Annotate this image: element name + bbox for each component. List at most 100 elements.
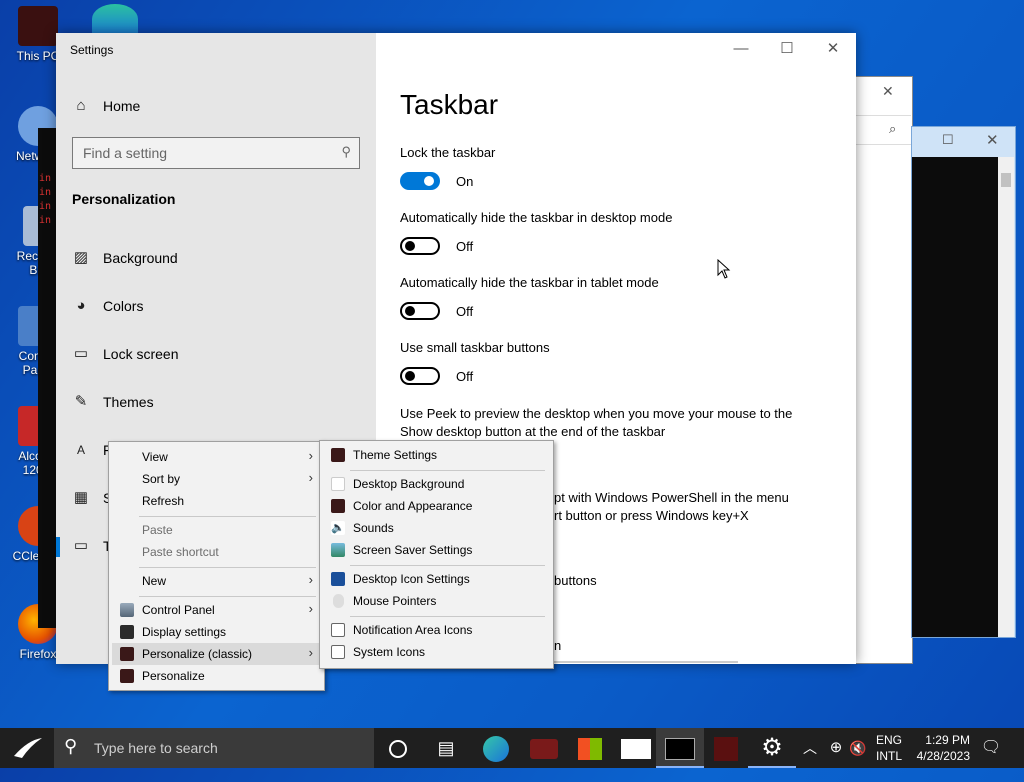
- nav-lock-screen[interactable]: ▭ Lock screen: [72, 343, 362, 367]
- close-icon[interactable]: ✕: [882, 83, 894, 100]
- start-button[interactable]: [4, 728, 52, 768]
- terminal-taskbar-button[interactable]: [656, 728, 704, 768]
- autohide-desktop-toggle[interactable]: [400, 237, 440, 255]
- fonts-icon: A: [76, 443, 85, 457]
- system-icons-icon: [331, 645, 345, 659]
- nav-background[interactable]: ▨ Background: [72, 247, 362, 271]
- toggle-knob: [405, 371, 415, 381]
- scrollbar-thumb[interactable]: [1001, 173, 1011, 187]
- taskbar-search-box[interactable]: ⚲ Type here to search: [54, 728, 374, 768]
- toggle-label-autohide-desktop: Automatically hide the taskbar in deskto…: [400, 210, 673, 225]
- console-area: [912, 157, 998, 637]
- rog-logo-icon: [14, 738, 42, 758]
- network-tray-button[interactable]: ⊕: [826, 728, 846, 768]
- app-taskbar-button-1[interactable]: [520, 728, 568, 768]
- close-icon[interactable]: ✕: [986, 131, 999, 149]
- cortana-button[interactable]: [374, 728, 422, 768]
- window-title: Settings: [70, 43, 114, 57]
- show-hidden-icons-button[interactable]: ︿: [800, 728, 820, 768]
- find-setting-input[interactable]: Find a setting ⚲: [72, 137, 360, 169]
- home-icon: ⌂: [76, 97, 86, 114]
- rog-app-icon: [530, 739, 558, 760]
- volume-tray-button[interactable]: 🔇: [848, 728, 868, 768]
- submenu-sounds[interactable]: 🔈 Sounds: [323, 517, 550, 539]
- menu-item-personalize[interactable]: Personalize: [112, 665, 321, 687]
- maximize-icon[interactable]: ☐: [942, 132, 954, 148]
- toggle-label-autohide-tablet: Automatically hide the taskbar in tablet…: [400, 275, 659, 290]
- input-language-button[interactable]: ENG INTL: [874, 728, 906, 768]
- autohide-tablet-toggle[interactable]: [400, 302, 440, 320]
- nav-themes[interactable]: ✎ Themes: [72, 391, 362, 415]
- scrollbar[interactable]: [998, 157, 1014, 637]
- page-title: Taskbar: [400, 89, 499, 120]
- rog-settings-icon: [714, 737, 738, 762]
- toggle-knob: [405, 241, 415, 251]
- desktop-background-icon: [331, 477, 345, 491]
- menu-item-personalize-classic[interactable]: Personalize (classic) ›: [112, 643, 321, 665]
- selected-indicator: [56, 537, 60, 557]
- settings-taskbar-button[interactable]: ⚙: [748, 728, 796, 768]
- volume-muted-icon: 🔇: [849, 740, 867, 756]
- submenu-desktop-icon-settings[interactable]: Desktop Icon Settings: [323, 568, 550, 590]
- taskbar-icon: ▭: [73, 537, 89, 554]
- powershell-label-line1: pt with Windows PowerShell in the menu: [554, 490, 789, 505]
- task-view-button[interactable]: ▤: [422, 728, 470, 768]
- edge-desktop-icon[interactable]: [92, 4, 138, 34]
- menu-item-paste[interactable]: Paste: [112, 519, 321, 541]
- sounds-icon: 🔈: [331, 521, 345, 535]
- edge-taskbar-button[interactable]: [472, 728, 520, 768]
- submenu-theme-settings[interactable]: Theme Settings: [323, 444, 550, 466]
- menu-item-display-settings[interactable]: Display settings: [112, 621, 321, 643]
- submenu-color-appearance[interactable]: Color and Appearance: [323, 495, 550, 517]
- theme-icon: [331, 448, 345, 462]
- terminal-icon: [665, 738, 695, 761]
- menu-item-control-panel[interactable]: Control Panel ›: [112, 599, 321, 621]
- personalize-classic-icon: [120, 647, 134, 661]
- start-icon: ▦: [73, 489, 89, 506]
- scroll-indicator: [554, 661, 738, 663]
- menu-item-refresh[interactable]: Refresh: [112, 490, 321, 512]
- lock-screen-icon: ▭: [73, 345, 89, 362]
- store-taskbar-button[interactable]: [566, 728, 614, 768]
- chevron-right-icon: ›: [308, 448, 313, 463]
- menu-item-new[interactable]: New ›: [112, 570, 321, 592]
- search-placeholder: Type here to search: [94, 740, 218, 756]
- image-icon: ▨: [73, 249, 89, 266]
- desktop-icon-settings-icon: [331, 572, 345, 586]
- mail-icon: [621, 739, 651, 760]
- palette-icon: ◕: [76, 297, 86, 314]
- close-button[interactable]: ✕: [810, 39, 856, 61]
- maximize-button[interactable]: ☐: [764, 39, 810, 61]
- action-center-button[interactable]: 🗨: [978, 728, 1004, 768]
- submenu-notification-area-icons[interactable]: Notification Area Icons: [323, 619, 550, 641]
- menu-separator: [350, 565, 545, 566]
- menu-item-sort-by[interactable]: Sort by ›: [112, 468, 321, 490]
- submenu-system-icons[interactable]: System Icons: [323, 641, 550, 663]
- screen-saver-icon: [331, 543, 345, 557]
- nav-colors[interactable]: ◕ Colors: [72, 295, 362, 319]
- background-window-2[interactable]: ☐ ✕: [911, 126, 1016, 638]
- chevron-right-icon: ›: [308, 470, 313, 485]
- task-view-icon: ▤: [437, 738, 455, 758]
- submenu-screen-saver[interactable]: Screen Saver Settings: [323, 539, 550, 561]
- menu-item-view[interactable]: View ›: [112, 446, 321, 468]
- gear-icon: ⚙: [761, 734, 783, 761]
- minimize-button[interactable]: —: [718, 39, 764, 61]
- small-buttons-toggle[interactable]: [400, 367, 440, 385]
- submenu-mouse-pointers[interactable]: Mouse Pointers: [323, 590, 550, 612]
- nav-home[interactable]: ⌂ Home: [72, 95, 362, 119]
- toggle-label-lock: Lock the taskbar: [400, 145, 496, 160]
- toggle-label-small-buttons: Use small taskbar buttons: [400, 340, 550, 355]
- clock[interactable]: 1:29 PM 4/28/2023: [910, 728, 970, 768]
- globe-icon: ⊕: [829, 739, 843, 756]
- toggle-state: Off: [456, 369, 474, 384]
- lock-taskbar-toggle[interactable]: [400, 172, 440, 190]
- menu-separator: [350, 470, 545, 471]
- clock-time: 1:29 PM: [925, 733, 970, 747]
- mail-taskbar-button[interactable]: [612, 728, 660, 768]
- submenu-desktop-background[interactable]: Desktop Background: [323, 473, 550, 495]
- menu-item-paste-shortcut[interactable]: Paste shortcut: [112, 541, 321, 563]
- app-taskbar-button-2[interactable]: [702, 728, 750, 768]
- chevron-up-icon: ︿: [803, 740, 817, 756]
- themes-icon: ✎: [74, 393, 88, 410]
